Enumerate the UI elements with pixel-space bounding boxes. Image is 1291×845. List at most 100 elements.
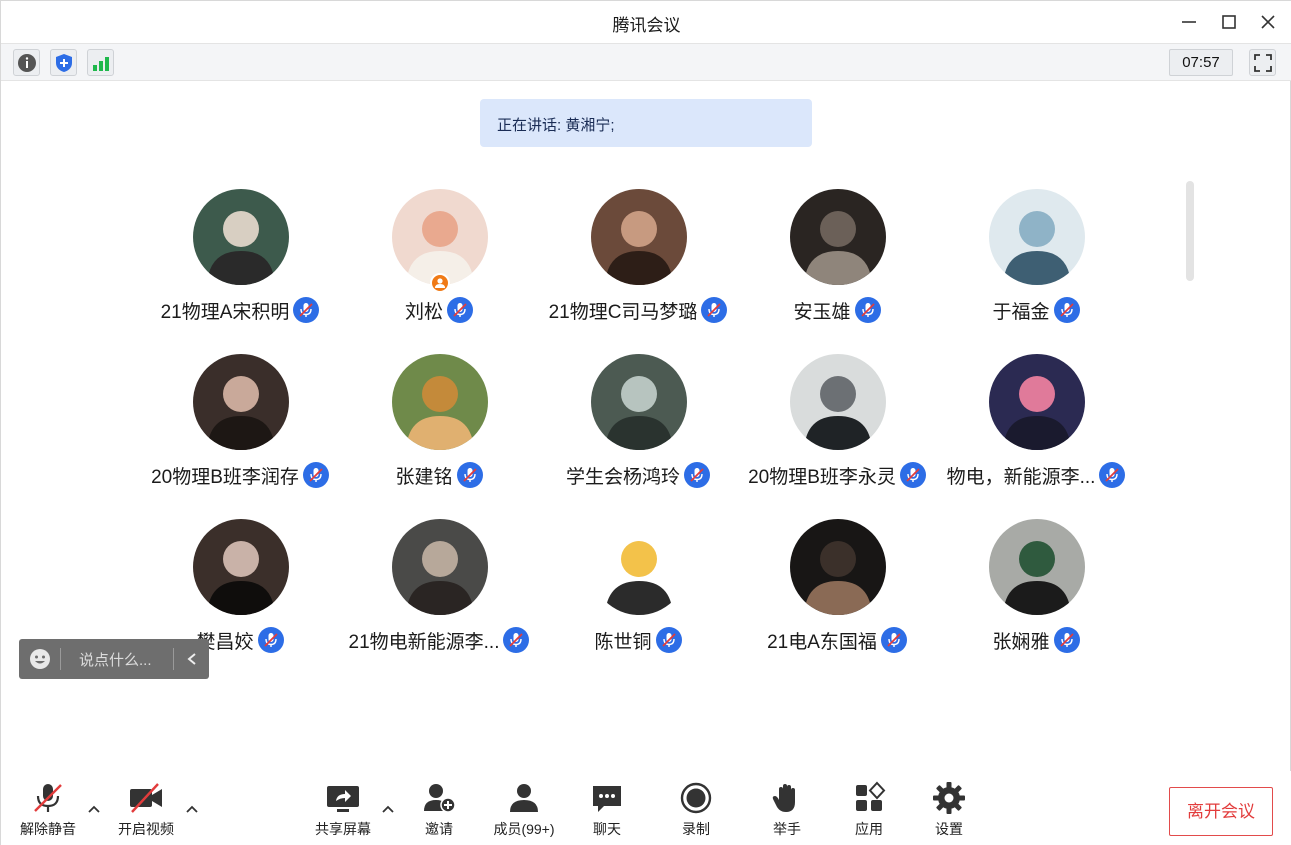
participant-name-row: 张娴雅 [936, 625, 1136, 655]
apps-button[interactable]: 应用 [851, 781, 887, 839]
participant-avatar [193, 189, 289, 285]
participant-avatar [591, 189, 687, 285]
mic-muted-icon [257, 627, 284, 653]
maximize-button[interactable] [1216, 9, 1242, 35]
record-button[interactable]: 录制 [678, 781, 714, 839]
settings-button[interactable]: 设置 [931, 781, 967, 839]
chat-input[interactable]: 说点什么... [61, 649, 173, 670]
participant-name: 21物理C司马梦璐 [548, 301, 698, 323]
meeting-info-button[interactable] [13, 49, 40, 76]
participant-tile[interactable]: 21电A东国福 [737, 519, 937, 669]
chevron-up-icon [88, 805, 100, 813]
start-video-label: 开启视频 [118, 821, 174, 837]
leave-meeting-button[interactable]: 离开会议 [1169, 787, 1273, 836]
participant-tile[interactable]: 物电，新能源李... [936, 354, 1136, 504]
participant-tile[interactable]: 学生会杨鸿玲 [538, 354, 738, 504]
bottom-control-bar: 解除静音 开启视频 共享屏幕 邀请 成员(99+) 聊天 录制 举手 应用 设置… [1, 771, 1291, 845]
participant-tile[interactable]: 张建铭 [339, 354, 539, 504]
chevron-up-icon [186, 805, 198, 813]
invite-button[interactable]: 邀请 [419, 781, 459, 839]
participant-tile[interactable]: 21物电新能源李... [339, 519, 539, 669]
mic-muted-icon [302, 462, 329, 488]
participant-avatar [591, 519, 687, 615]
record-label: 录制 [682, 821, 710, 837]
participant-tile[interactable]: 安玉雄 [737, 189, 937, 339]
chevron-up-icon [382, 805, 394, 813]
host-icon [430, 273, 450, 293]
participant-name: 学生会杨鸿玲 [565, 466, 680, 488]
unmute-button[interactable]: 解除静音 [18, 781, 78, 839]
participant-name-row: 安玉雄 [737, 295, 937, 325]
window-title: 腾讯会议 [612, 16, 681, 35]
shield-icon [55, 53, 72, 72]
apps-label: 应用 [855, 821, 883, 837]
chat-button[interactable]: 聊天 [589, 781, 625, 839]
mic-muted-icon [880, 627, 907, 653]
mic-muted-icon [503, 627, 530, 653]
share-screen-icon [327, 786, 359, 812]
fullscreen-button[interactable] [1249, 49, 1276, 76]
close-button[interactable] [1255, 9, 1281, 35]
video-off-icon [130, 783, 162, 813]
participant-avatar [193, 354, 289, 450]
participant-avatar [790, 354, 886, 450]
chat-icon [593, 786, 621, 812]
participant-avatar [392, 519, 488, 615]
invite-label: 邀请 [425, 821, 453, 837]
network-status-button[interactable] [87, 49, 114, 76]
mic-muted-icon [1053, 627, 1080, 653]
minimize-button[interactable] [1176, 9, 1202, 35]
unmute-label: 解除静音 [20, 821, 76, 837]
participant-tile[interactable]: 张娴雅 [936, 519, 1136, 669]
participant-name-row: 学生会杨鸿玲 [538, 460, 738, 490]
participant-tile[interactable]: 刘松 [339, 189, 539, 339]
participant-tile[interactable]: 于福金 [936, 189, 1136, 339]
participant-name-row: 物电，新能源李... [936, 460, 1136, 490]
audio-options-caret[interactable] [86, 801, 102, 817]
participant-name: 张建铭 [395, 466, 453, 488]
grid-scrollbar[interactable] [1186, 181, 1194, 281]
participant-name-row: 于福金 [936, 295, 1136, 325]
participant-name-row: 21物理A宋积明 [140, 295, 340, 325]
mic-muted-icon [447, 297, 473, 323]
chevron-left-icon [186, 653, 196, 665]
mic-muted-icon [1099, 462, 1126, 488]
share-screen-button[interactable]: 共享屏幕 [312, 781, 374, 839]
start-video-button[interactable]: 开启视频 [116, 781, 176, 839]
mic-muted-icon [1053, 297, 1080, 323]
participant-avatar [989, 189, 1085, 285]
mic-muted-icon [293, 297, 320, 323]
participant-tile[interactable]: 20物理B班李永灵 [737, 354, 937, 504]
maximize-icon [1222, 15, 1236, 29]
security-button[interactable] [50, 49, 77, 76]
raise-hand-label: 举手 [773, 821, 801, 837]
participant-name: 安玉雄 [793, 301, 851, 323]
emoji-button[interactable] [19, 648, 61, 670]
participant-avatar [392, 189, 488, 285]
raise-hand-button[interactable]: 举手 [769, 781, 805, 839]
gear-icon [933, 782, 965, 814]
participant-name: 21电A东国福 [767, 631, 877, 653]
info-icon [17, 53, 36, 72]
members-icon [510, 784, 538, 812]
add-user-icon [424, 784, 456, 813]
video-options-caret[interactable] [184, 801, 200, 817]
participant-name-row: 21物理C司马梦璐 [538, 295, 738, 325]
participant-tile[interactable]: 20物理B班李润存 [140, 354, 340, 504]
share-options-caret[interactable] [380, 801, 396, 817]
participant-name: 20物理B班李永灵 [748, 466, 896, 488]
quick-chat-box[interactable]: 说点什么... [19, 639, 209, 679]
mic-muted-icon [701, 297, 728, 323]
members-button[interactable]: 成员(99+) [486, 781, 562, 839]
collapse-chat-button[interactable] [173, 648, 209, 670]
minimize-icon [1182, 21, 1196, 23]
participant-name: 张娴雅 [992, 631, 1050, 653]
participant-name-row: 21电A东国福 [737, 625, 937, 655]
participant-name-row: 21物电新能源李... [339, 625, 539, 655]
participant-tile[interactable]: 21物理A宋积明 [140, 189, 340, 339]
mic-muted-icon [456, 462, 483, 488]
participant-tile[interactable]: 陈世铜 [538, 519, 738, 669]
participant-avatar [591, 354, 687, 450]
participant-tile[interactable]: 21物理C司马梦璐 [538, 189, 738, 339]
participant-name: 21物电新能源李... [348, 631, 500, 653]
